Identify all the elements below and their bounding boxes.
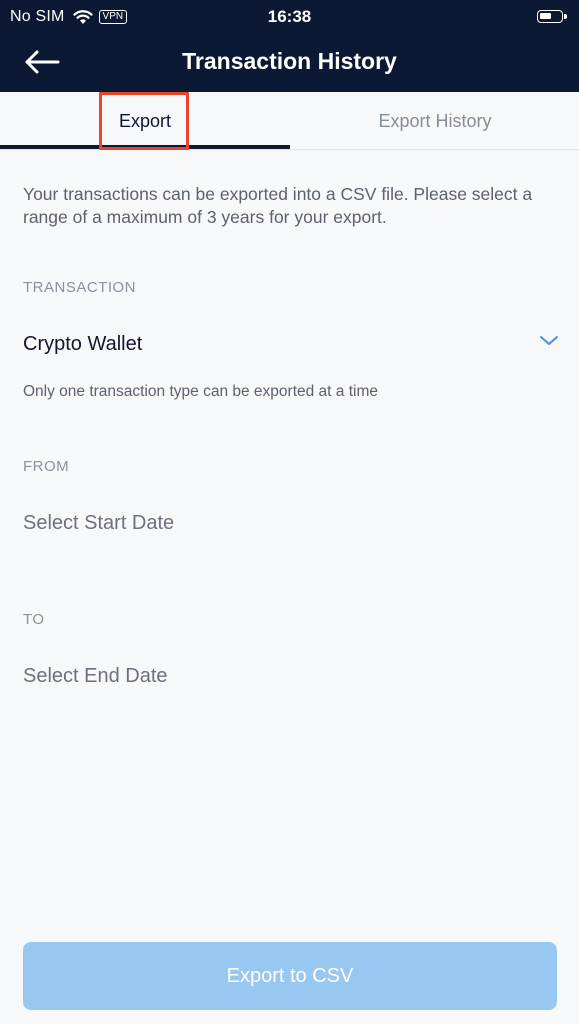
top-bar: No SIM VPN 16:38 Transaction History: [0, 0, 579, 92]
back-button[interactable]: [22, 44, 66, 80]
transaction-label: TRANSACTION: [23, 279, 137, 296]
back-arrow-icon: [25, 50, 60, 74]
status-bar: No SIM VPN 16:38: [0, 0, 579, 34]
tab-bar: Export Export History: [0, 92, 579, 150]
intro-text: Your transactions can be exported into a…: [23, 184, 533, 227]
nav-bar: Transaction History: [0, 38, 579, 88]
chevron-down-icon: [538, 333, 560, 349]
transaction-type-value: Crypto Wallet: [23, 333, 143, 355]
active-tab-indicator: [0, 145, 290, 149]
end-date-placeholder: Select End Date: [23, 665, 168, 687]
export-to-csv-button[interactable]: Export to CSV: [23, 942, 557, 1010]
from-label: FROM: [23, 458, 70, 475]
to-label: TO: [23, 611, 45, 628]
screen: No SIM VPN 16:38 Transaction History Exp…: [0, 0, 579, 1024]
page-title: Transaction History: [182, 48, 397, 74]
transaction-hint: Only one transaction type can be exporte…: [23, 383, 378, 400]
battery-icon: [537, 10, 567, 23]
clock: 16:38: [267, 7, 312, 26]
start-date-placeholder: Select Start Date: [23, 512, 175, 534]
tab-export-history[interactable]: Export History: [290, 92, 579, 150]
tab-export[interactable]: Export: [0, 92, 290, 150]
